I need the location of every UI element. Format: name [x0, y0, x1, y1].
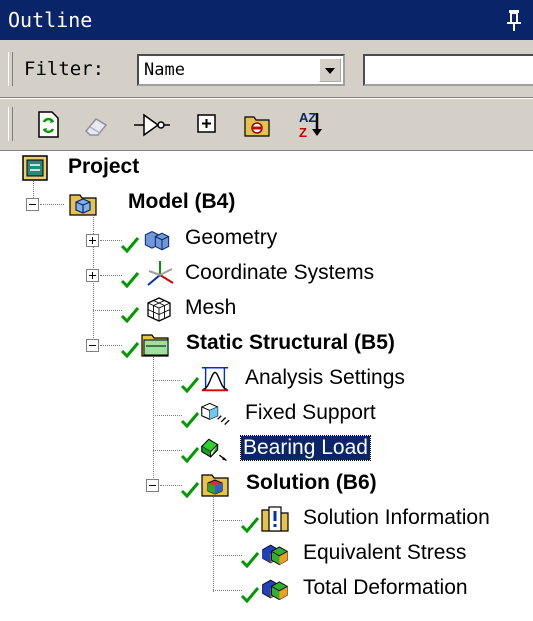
svg-text:AZ: AZ [299, 110, 316, 125]
connection-icon[interactable] [134, 109, 170, 139]
info-icon [261, 506, 289, 532]
tree-item-bearing-load[interactable]: Bearing Load [0, 432, 533, 467]
model-icon [69, 194, 97, 216]
pin-icon[interactable] [505, 8, 523, 32]
mesh-icon [147, 297, 171, 322]
tree-item-label: Model (B4) [128, 190, 236, 213]
tree-item-label: Equivalent Stress [303, 541, 467, 564]
chevron-down-icon[interactable] [319, 58, 341, 82]
tree-item-label: Project [68, 155, 140, 178]
toolbar-grip[interactable] [8, 52, 13, 86]
tree-item-fixed-support[interactable]: Fixed Support [0, 397, 533, 432]
geometry-icon [144, 230, 170, 251]
checkmark-icon [120, 237, 140, 254]
stress-result-icon [262, 544, 288, 566]
tree-item-static-structural[interactable]: Static Structural (B5) [0, 327, 533, 362]
checkmark-icon [120, 342, 140, 359]
outline-tree: Project Model (B4) Geometry Coordinate S… [0, 151, 533, 621]
tree-item-label: Bearing Load [240, 435, 371, 461]
fixed-support-icon [201, 402, 230, 426]
outline-toolbar: AZ Z [0, 99, 533, 151]
tree-item-coordinate-systems[interactable]: Coordinate Systems [0, 257, 533, 292]
tree-item-label: Solution (B6) [246, 471, 377, 494]
filter-dropdown[interactable]: Name [137, 54, 345, 86]
tree-item-label: Total Deformation [303, 576, 468, 599]
filter-bar: Filter: Name [0, 40, 533, 98]
eraser-icon[interactable] [82, 109, 110, 139]
outline-titlebar: Outline [0, 0, 533, 40]
checkmark-icon [180, 447, 200, 464]
checkmark-icon [120, 307, 140, 324]
tree-item-total-deformation[interactable]: Total Deformation [0, 572, 533, 607]
filter-label: Filter: [24, 58, 105, 80]
tree-item-solution[interactable]: Solution (B6) [0, 467, 533, 502]
expand-toggle[interactable] [86, 269, 99, 282]
collapse-toggle[interactable] [26, 198, 39, 211]
deformation-result-icon [262, 579, 288, 601]
svg-text:Z: Z [299, 125, 307, 139]
sort-az-icon[interactable]: AZ Z [296, 109, 324, 139]
tree-item-solution-information[interactable]: Solution Information [0, 502, 533, 537]
static-structural-icon [141, 334, 169, 357]
tree-item-label: Coordinate Systems [185, 261, 375, 284]
checkmark-icon [240, 552, 260, 569]
analysis-settings-icon [201, 367, 229, 392]
collapse-toggle[interactable] [146, 479, 159, 492]
toolbar-grip[interactable] [8, 107, 13, 141]
tree-item-label: Analysis Settings [245, 366, 405, 389]
checkmark-icon [120, 272, 140, 289]
coordinate-axes-icon [147, 261, 174, 286]
checkmark-icon [180, 412, 200, 429]
checkmark-icon [240, 517, 260, 534]
checkmark-icon [180, 482, 200, 499]
folder-icon[interactable] [243, 109, 271, 139]
bearing-load-icon [200, 438, 227, 461]
tree-item-label: Fixed Support [245, 401, 376, 424]
tree-item-analysis-settings[interactable]: Analysis Settings [0, 362, 533, 397]
tree-item-label: Static Structural (B5) [186, 331, 395, 354]
project-icon [22, 155, 48, 181]
checkmark-icon [180, 377, 200, 394]
expand-all-icon[interactable] [194, 109, 222, 139]
tree-item-equivalent-stress[interactable]: Equivalent Stress [0, 537, 533, 572]
tree-item-label: Mesh [185, 296, 237, 319]
tree-item-label: Geometry [185, 226, 278, 249]
filter-selected-value: Name [144, 60, 185, 80]
expand-toggle[interactable] [86, 234, 99, 247]
tree-item-project[interactable]: Project [0, 151, 533, 186]
checkmark-icon [240, 587, 260, 604]
tree-item-geometry[interactable]: Geometry [0, 222, 533, 257]
tree-item-mesh[interactable]: Mesh [0, 292, 533, 327]
tree-item-label: Solution Information [303, 506, 490, 529]
collapse-toggle[interactable] [86, 339, 99, 352]
refresh-icon[interactable] [34, 109, 62, 139]
solution-icon [201, 474, 229, 497]
filter-search-input[interactable] [363, 54, 533, 86]
panel-title: Outline [8, 8, 93, 32]
tree-item-model[interactable]: Model (B4) [0, 186, 533, 221]
